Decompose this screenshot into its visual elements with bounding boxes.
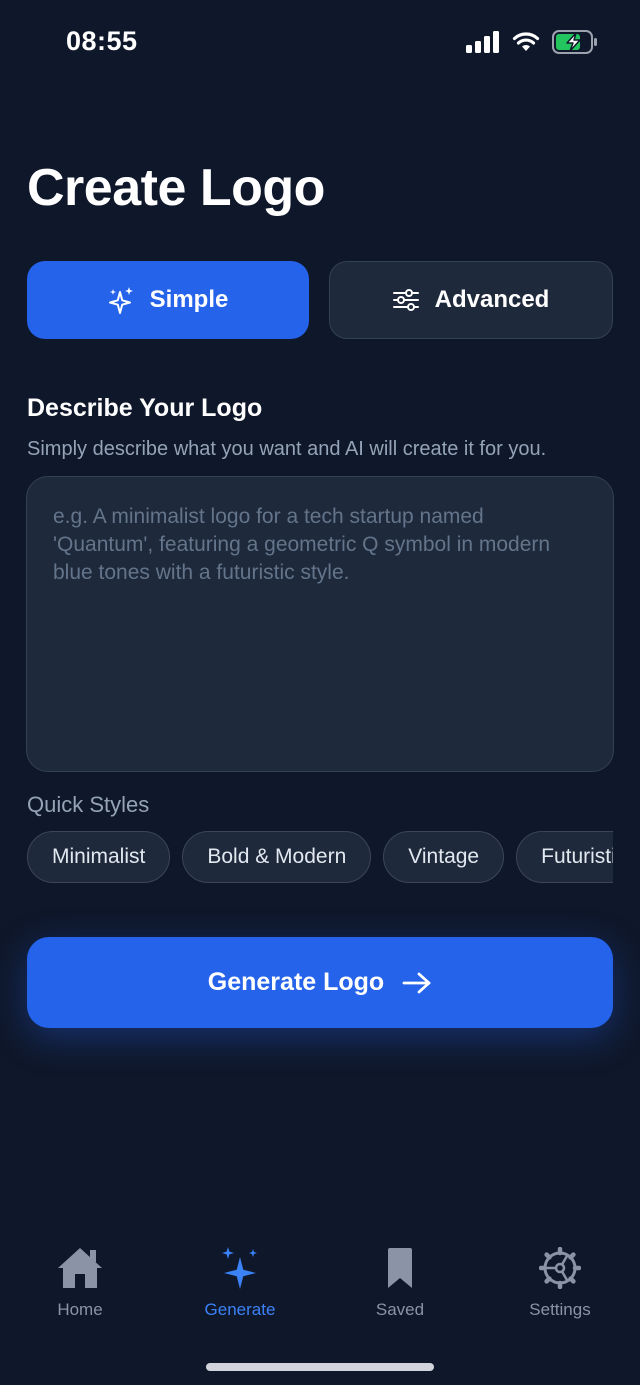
status-time: 08:55 <box>66 26 138 56</box>
quick-styles-label: Quick Styles <box>27 792 150 817</box>
tab-home[interactable]: Home <box>0 1240 160 1350</box>
tab-home-label: Home <box>57 1300 103 1319</box>
page-title: Create Logo <box>27 159 325 217</box>
mode-tabs: Simple Advanced <box>27 261 613 339</box>
sliders-icon <box>392 289 419 311</box>
tab-saved-label: Saved <box>375 1300 425 1319</box>
tab-advanced-label: Advanced <box>434 286 550 313</box>
generate-logo-label: Generate Logo <box>207 968 385 996</box>
status-icons <box>466 30 598 54</box>
style-chip-futuristic[interactable]: Futuristic <box>516 831 613 883</box>
style-chip-vintage[interactable]: Vintage <box>383 831 505 883</box>
arrow-right-icon <box>402 972 431 993</box>
tab-generate-label: Generate <box>204 1300 276 1319</box>
tab-simple-label: Simple <box>149 286 229 313</box>
tab-generate[interactable]: Generate <box>160 1240 320 1350</box>
describe-title: Describe Your Logo <box>27 394 263 422</box>
status-bar: 08:55 <box>0 0 640 88</box>
style-chip-bold-modern[interactable]: Bold & Modern <box>182 831 372 883</box>
describe-subtitle: Simply describe what you want and AI wil… <box>27 438 547 460</box>
style-chip-minimalist[interactable]: Minimalist <box>27 831 171 883</box>
signal-icon <box>466 31 499 53</box>
generate-logo-button[interactable]: Generate Logo <box>27 937 613 1028</box>
tab-saved[interactable]: Saved <box>320 1240 480 1350</box>
bottom-tab-bar: Home Generate Saved Settings <box>0 1240 640 1350</box>
battery-icon <box>552 30 597 54</box>
tab-simple[interactable]: Simple <box>27 261 309 339</box>
home-icon <box>58 1248 102 1288</box>
tab-advanced[interactable]: Advanced <box>329 261 613 339</box>
sparkles-icon <box>108 287 133 314</box>
quick-styles-scroller[interactable]: Minimalist Bold & Modern Vintage Futuris… <box>27 831 613 885</box>
sparkles-icon <box>222 1247 257 1289</box>
logo-description-input[interactable] <box>26 476 614 772</box>
gear-icon <box>539 1247 581 1289</box>
bookmark-icon <box>388 1248 412 1288</box>
wifi-icon <box>512 32 540 51</box>
home-indicator <box>206 1363 434 1371</box>
tab-settings-label: Settings <box>529 1300 591 1319</box>
tab-settings[interactable]: Settings <box>480 1240 640 1350</box>
